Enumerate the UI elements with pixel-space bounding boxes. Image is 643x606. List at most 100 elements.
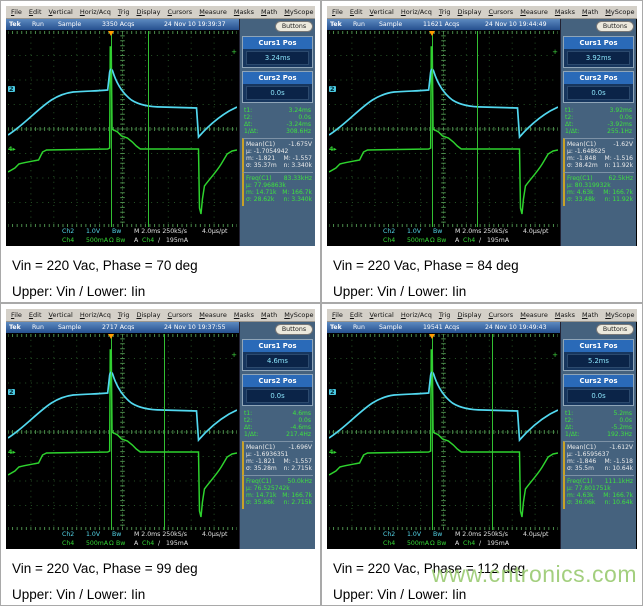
ch4-scale[interactable]: 500mA: [407, 237, 429, 244]
ch2-position-marker[interactable]: 2: [8, 86, 15, 92]
menu-item-trig[interactable]: Trig: [118, 311, 130, 319]
trigger-level-marker[interactable]: +: [231, 49, 237, 55]
cursor-2-line[interactable]: [111, 31, 112, 227]
acquisition-mode: Sample: [58, 21, 81, 28]
menu-item-math[interactable]: Math: [261, 311, 277, 319]
trigger-level[interactable]: 195mA: [487, 237, 509, 244]
buttons-button[interactable]: Buttons: [596, 21, 634, 32]
cursor2-position-value[interactable]: 0.0s: [246, 86, 309, 100]
menu-item-display[interactable]: Display: [457, 311, 481, 319]
menu-item-math[interactable]: Math: [261, 8, 277, 16]
menu-item-file[interactable]: File: [11, 8, 22, 16]
delta-t-value: -5.2ms: [611, 424, 632, 431]
menu-item-trig[interactable]: Trig: [118, 8, 130, 16]
ch2-scale[interactable]: 1.0V: [407, 228, 421, 235]
menu-item-file[interactable]: File: [332, 8, 343, 16]
ch4-position-marker[interactable]: 4▸: [329, 146, 337, 152]
menu-item-vertical[interactable]: Vertical: [49, 311, 73, 319]
cursor1-position-value[interactable]: 5.2ms: [567, 354, 630, 368]
buttons-button[interactable]: Buttons: [275, 21, 313, 32]
cursor2-position-value[interactable]: 0.0s: [567, 389, 630, 403]
menu-item-display[interactable]: Display: [457, 8, 481, 16]
buttons-button[interactable]: Buttons: [596, 324, 634, 335]
ch4-position-marker[interactable]: 4▸: [8, 449, 16, 455]
trigger-level-marker[interactable]: +: [552, 49, 558, 55]
menu-item-myscope[interactable]: MyScope: [284, 311, 313, 319]
trigger-position-marker[interactable]: [429, 334, 435, 339]
menu-item-measure[interactable]: Measure: [520, 311, 548, 319]
scope-display-column: Tek Run Sample 2717 Acqs 24 Nov 10 19:37…: [6, 322, 239, 549]
cursor2-position-value[interactable]: 0.0s: [246, 389, 309, 403]
menu-item-horiz-acq[interactable]: Horiz/Acq: [401, 8, 432, 16]
menu-item-edit[interactable]: Edit: [350, 311, 363, 319]
menu-item-myscope[interactable]: MyScope: [605, 311, 634, 319]
cursor-1-line[interactable]: [492, 334, 493, 530]
timebase-readout[interactable]: M 2.0ms 250kS/s: [134, 228, 187, 235]
ch4-scale[interactable]: 500mA: [86, 540, 108, 547]
menu-item-trig[interactable]: Trig: [439, 311, 451, 319]
menu-item-file[interactable]: File: [332, 311, 343, 319]
trigger-position-marker[interactable]: [108, 31, 114, 36]
menu-item-file[interactable]: File: [11, 311, 22, 319]
trigger-position-marker[interactable]: [108, 334, 114, 339]
menu-item-measure[interactable]: Measure: [520, 8, 548, 16]
timebase-readout[interactable]: M 2.0ms 250kS/s: [455, 531, 508, 538]
timebase-readout[interactable]: M 2.0ms 250kS/s: [134, 531, 187, 538]
cursor-2-line[interactable]: [432, 31, 433, 227]
menu-item-horiz-acq[interactable]: Horiz/Acq: [80, 311, 111, 319]
menu-item-cursors[interactable]: Cursors: [488, 8, 513, 16]
ch2-scale[interactable]: 1.0V: [407, 531, 421, 538]
menu-item-vertical[interactable]: Vertical: [49, 8, 73, 16]
ch2-position-marker[interactable]: 2: [329, 389, 336, 395]
menu-item-myscope[interactable]: MyScope: [284, 8, 313, 16]
cursor-1-line[interactable]: [164, 334, 165, 530]
trigger-level-marker[interactable]: +: [552, 352, 558, 358]
menu-item-cursors[interactable]: Cursors: [167, 311, 192, 319]
menu-item-vertical[interactable]: Vertical: [370, 311, 394, 319]
menu-item-cursors[interactable]: Cursors: [488, 311, 513, 319]
ch4-scale[interactable]: 500mA: [86, 237, 108, 244]
cursor-1-line[interactable]: [477, 31, 478, 227]
cursor1-position-value[interactable]: 3.92ms: [567, 51, 630, 65]
menu-item-edit[interactable]: Edit: [29, 8, 42, 16]
ch2-scale[interactable]: 1.0V: [86, 228, 100, 235]
cursor2-position-value[interactable]: 0.0s: [567, 86, 630, 100]
menu-item-measure[interactable]: Measure: [199, 8, 227, 16]
menu-item-horiz-acq[interactable]: Horiz/Acq: [401, 311, 432, 319]
menu-item-trig[interactable]: Trig: [439, 8, 451, 16]
menu-item-edit[interactable]: Edit: [350, 8, 363, 16]
menu-item-masks[interactable]: Masks: [234, 8, 254, 16]
trigger-level[interactable]: 195mA: [487, 540, 509, 547]
cursor-1-line[interactable]: [148, 31, 149, 227]
ch4-position-marker[interactable]: 4▸: [329, 449, 337, 455]
timebase-readout[interactable]: M 2.0ms 250kS/s: [455, 228, 508, 235]
menu-item-display[interactable]: Display: [136, 8, 160, 16]
cursor-2-line[interactable]: [111, 334, 112, 530]
menu-item-display[interactable]: Display: [136, 311, 160, 319]
buttons-button[interactable]: Buttons: [275, 324, 313, 335]
acquisition-count: 2717 Acqs: [102, 324, 134, 331]
trigger-level-marker[interactable]: +: [231, 352, 237, 358]
ch4-position-marker[interactable]: 4▸: [8, 146, 16, 152]
ch2-scale[interactable]: 1.0V: [86, 531, 100, 538]
menu-item-masks[interactable]: Masks: [555, 311, 575, 319]
menu-item-horiz-acq[interactable]: Horiz/Acq: [80, 8, 111, 16]
trigger-level[interactable]: 195mA: [166, 237, 188, 244]
menu-item-cursors[interactable]: Cursors: [167, 8, 192, 16]
menu-item-measure[interactable]: Measure: [199, 311, 227, 319]
cursor-2-line[interactable]: [432, 334, 433, 530]
ch2-position-marker[interactable]: 2: [329, 86, 336, 92]
menu-item-vertical[interactable]: Vertical: [370, 8, 394, 16]
trigger-position-marker[interactable]: [429, 31, 435, 36]
menu-item-edit[interactable]: Edit: [29, 311, 42, 319]
cursor1-position-value[interactable]: 4.6ms: [246, 354, 309, 368]
menu-item-math[interactable]: Math: [582, 8, 598, 16]
menu-item-masks[interactable]: Masks: [234, 311, 254, 319]
ch4-scale[interactable]: 500mA: [407, 540, 429, 547]
menu-item-math[interactable]: Math: [582, 311, 598, 319]
trigger-level[interactable]: 195mA: [166, 540, 188, 547]
cursor1-position-value[interactable]: 3.24ms: [246, 51, 309, 65]
ch2-position-marker[interactable]: 2: [8, 389, 15, 395]
menu-item-myscope[interactable]: MyScope: [605, 8, 634, 16]
menu-item-masks[interactable]: Masks: [555, 8, 575, 16]
